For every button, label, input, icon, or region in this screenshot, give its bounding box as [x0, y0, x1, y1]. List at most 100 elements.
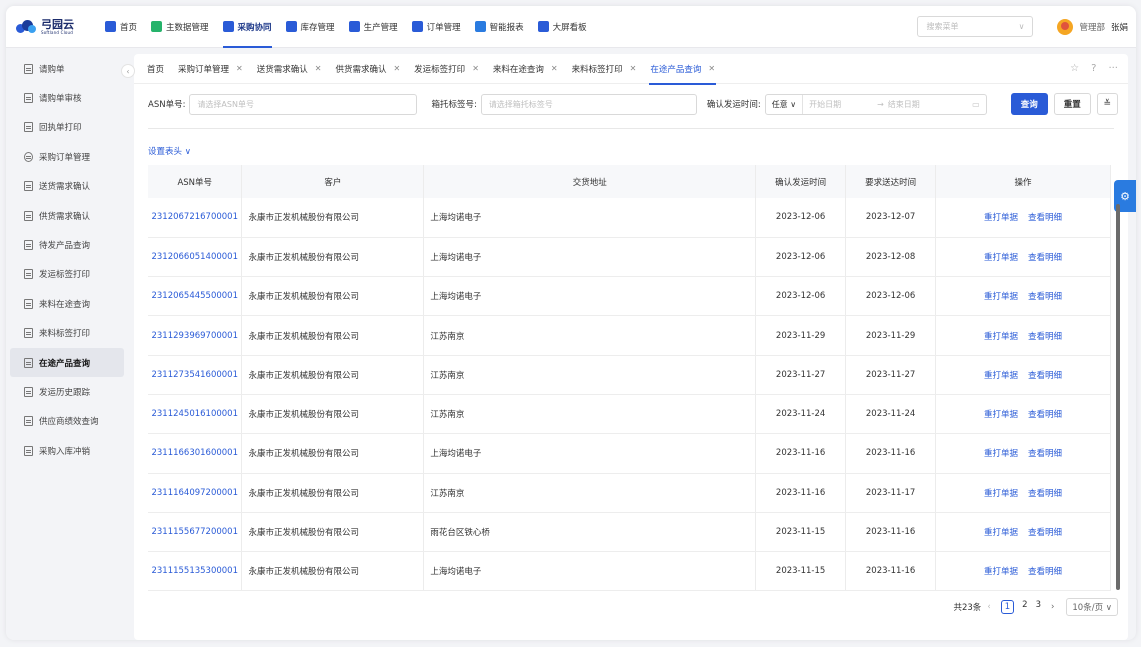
- sidebar-item-4[interactable]: 送货需求确认: [10, 172, 124, 201]
- close-icon[interactable]: ✕: [315, 64, 322, 73]
- nav-item-0[interactable]: 首页: [98, 6, 144, 48]
- date-end[interactable]: 结束日期: [888, 99, 920, 110]
- asn-link[interactable]: 2311166301600001: [148, 433, 243, 474]
- asn-link[interactable]: 2312065445500001: [148, 276, 243, 317]
- user-menu[interactable]: 管理部 张娟: [1057, 18, 1128, 35]
- logo[interactable]: 弓园云 Softland Cloud: [16, 19, 98, 35]
- tab-2[interactable]: 送货需求确认 ✕: [250, 54, 329, 84]
- nav-item-6[interactable]: 智能报表: [468, 6, 531, 48]
- reprint-link[interactable]: 重打单据: [984, 332, 1018, 342]
- page-2[interactable]: 2: [1022, 600, 1027, 614]
- sidebar-item-10[interactable]: 在途产品查询: [10, 347, 124, 378]
- view-detail-link[interactable]: 查看明细: [1028, 371, 1062, 381]
- tab-7[interactable]: 在途产品查询 ✕: [643, 54, 722, 85]
- next-page-icon[interactable]: ›: [1051, 602, 1054, 612]
- nav-item-2[interactable]: 采购协同: [216, 6, 279, 48]
- reprint-link[interactable]: 重打单据: [984, 449, 1018, 459]
- sidebar-item-13[interactable]: 采购入库冲销: [10, 436, 124, 465]
- tab-0[interactable]: 首页: [140, 54, 171, 84]
- sidebar-item-3[interactable]: 采购订单管理: [10, 142, 124, 171]
- view-detail-link[interactable]: 查看明细: [1028, 332, 1062, 342]
- nav-item-4[interactable]: 生产管理: [342, 6, 405, 48]
- sidebar-item-6[interactable]: 待发产品查询: [10, 230, 124, 259]
- reset-button[interactable]: 重置: [1053, 93, 1091, 115]
- star-icon[interactable]: ☆: [1070, 63, 1079, 74]
- prev-page-icon[interactable]: ‹: [987, 602, 990, 612]
- close-icon[interactable]: ✕: [393, 64, 400, 73]
- asn-link[interactable]: 2311273541600001: [148, 355, 243, 395]
- column-settings-link[interactable]: 设置表头 ∨: [148, 145, 1128, 157]
- asn-link[interactable]: 2311245016100001: [148, 394, 243, 435]
- asn-link[interactable]: 2312066051400001: [148, 237, 243, 278]
- tab-1[interactable]: 采购订单管理 ✕: [171, 54, 250, 84]
- nav-item-5[interactable]: 订单管理: [405, 6, 468, 48]
- page-3[interactable]: 3: [1036, 600, 1041, 614]
- close-icon[interactable]: ✕: [708, 64, 715, 73]
- sidebar-item-5[interactable]: 供货需求确认: [10, 201, 124, 230]
- asn-input[interactable]: 请选择ASN单号: [189, 93, 418, 115]
- view-detail-link[interactable]: 查看明细: [1028, 567, 1062, 577]
- sidebar-item-0[interactable]: 请购单: [10, 54, 124, 83]
- sidebar-item-8[interactable]: 来料在途查询: [10, 289, 124, 318]
- column-header[interactable]: 确认发运时间: [755, 165, 847, 198]
- reprint-link[interactable]: 重打单据: [984, 567, 1018, 577]
- asn-link[interactable]: 2311155677200001: [148, 512, 243, 553]
- page-1[interactable]: 1: [1000, 600, 1015, 614]
- sidebar-collapse-icon[interactable]: ‹: [121, 64, 135, 78]
- column-header[interactable]: ASN单号: [148, 165, 243, 198]
- filter-bar: ASN单号: 请选择ASN单号 箱托标签号: 请选择箱托标签号 确认发运时间: …: [134, 84, 1128, 124]
- nav-item-7[interactable]: 大屏看板: [531, 6, 594, 48]
- sidebar-item-11[interactable]: 发运历史跟踪: [10, 377, 124, 406]
- asn-link[interactable]: 2311293969700001: [148, 315, 243, 356]
- date-mode-select[interactable]: 任意 ∨: [766, 94, 804, 114]
- asn-link[interactable]: 2311164097200001: [148, 473, 243, 513]
- sidebar-item-9[interactable]: 来料标签打印: [10, 319, 124, 348]
- column-header[interactable]: 要求送达时间: [845, 165, 937, 198]
- view-detail-link[interactable]: 查看明细: [1028, 292, 1062, 302]
- close-icon[interactable]: ✕: [472, 64, 479, 73]
- table-row: 2312066051400001 永康市正发机械股份有限公司 上海均诺电子 2023-…: [148, 237, 1111, 278]
- query-button[interactable]: 查询: [1010, 93, 1048, 115]
- sidebar-item-1[interactable]: 请购单审核: [10, 83, 124, 112]
- close-icon[interactable]: ✕: [551, 64, 558, 73]
- tab-3[interactable]: 供货需求确认 ✕: [328, 54, 407, 84]
- double-chevron-down-icon[interactable]: ≚: [1096, 93, 1118, 115]
- more-icon[interactable]: ···: [1108, 63, 1118, 74]
- view-detail-link[interactable]: 查看明细: [1028, 253, 1062, 263]
- page-size-select[interactable]: 10条/页 ∨: [1066, 598, 1118, 616]
- tab-5[interactable]: 来料在途查询 ✕: [486, 54, 565, 84]
- view-detail-link[interactable]: 查看明细: [1028, 449, 1062, 459]
- sidebar-item-12[interactable]: 供应商绩效查询: [10, 407, 124, 436]
- reprint-link[interactable]: 重打单据: [984, 371, 1018, 381]
- reprint-link[interactable]: 重打单据: [984, 292, 1018, 302]
- date-start[interactable]: 开始日期: [809, 99, 841, 110]
- reprint-link[interactable]: 重打单据: [984, 253, 1018, 263]
- view-detail-link[interactable]: 查看明细: [1028, 489, 1062, 499]
- tab-6[interactable]: 来料标签打印 ✕: [565, 54, 644, 84]
- reprint-link[interactable]: 重打单据: [984, 489, 1018, 499]
- column-header[interactable]: 交货地址: [423, 165, 757, 198]
- sidebar-item-7[interactable]: 发运标签打印: [10, 260, 124, 289]
- asn-link[interactable]: 2311155135300001: [148, 551, 243, 592]
- view-detail-link[interactable]: 查看明细: [1028, 213, 1062, 223]
- close-icon[interactable]: ✕: [630, 64, 637, 73]
- sidebar-item-2[interactable]: 回执单打印: [10, 113, 124, 142]
- vertical-scrollbar[interactable]: [1116, 204, 1120, 590]
- reprint-link[interactable]: 重打单据: [984, 410, 1018, 420]
- close-icon[interactable]: ✕: [236, 64, 243, 73]
- asn-link[interactable]: 2312067216700001: [148, 198, 243, 238]
- view-detail-link[interactable]: 查看明细: [1028, 410, 1062, 420]
- reprint-link[interactable]: 重打单据: [984, 528, 1018, 538]
- view-detail-link[interactable]: 查看明细: [1028, 528, 1062, 538]
- document-icon: [24, 210, 33, 221]
- column-header[interactable]: 客户: [241, 165, 425, 198]
- column-header[interactable]: 操作: [935, 165, 1111, 198]
- nav-item-1[interactable]: 主数据管理: [144, 6, 216, 48]
- ship-date-range[interactable]: 任意 ∨ 开始日期 → 结束日期 ▭: [764, 93, 987, 115]
- menu-search-input[interactable]: 搜索菜单 ∨: [917, 16, 1034, 37]
- reprint-link[interactable]: 重打单据: [984, 213, 1018, 223]
- help-icon[interactable]: ?: [1091, 63, 1096, 74]
- box-label-input[interactable]: 请选择箱托标签号: [480, 93, 697, 115]
- nav-item-3[interactable]: 库存管理: [279, 6, 342, 48]
- tab-4[interactable]: 发运标签打印 ✕: [407, 54, 486, 84]
